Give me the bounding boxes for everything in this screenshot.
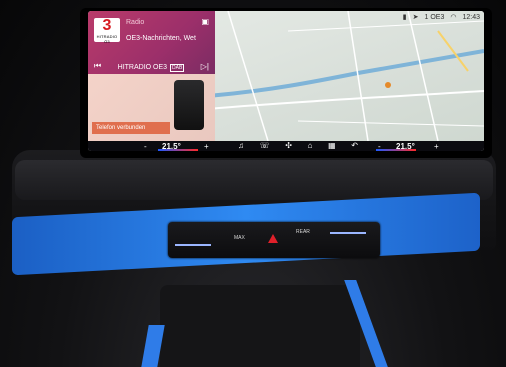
media-source-label: Radio — [126, 19, 145, 26]
infotainment-display: ▮ ➤ 1 OE3 ◠ 12:43 3 HITRADIO Ö3 Radio OE… — [88, 11, 484, 151]
phone-image — [174, 80, 204, 130]
media-controls: ⏮ HITRADIO OE3 DAB ▷| — [94, 61, 209, 72]
phone-status-label: Telefon verbunden — [92, 122, 170, 134]
hazard-button[interactable] — [268, 234, 278, 243]
station-logo-text: HITRADIO Ö3 — [96, 34, 118, 44]
fan-icon[interactable]: ✣ — [285, 141, 292, 150]
lower-console — [160, 285, 360, 367]
right-temp-increase-button[interactable]: + — [434, 142, 439, 151]
max-defrost-button[interactable]: MAX — [234, 235, 245, 241]
music-icon[interactable]: ♫ — [238, 141, 244, 150]
phone-card[interactable]: Telefon verbunden — [88, 74, 215, 141]
map-roads — [208, 11, 484, 141]
right-temperature-slider[interactable] — [330, 232, 366, 234]
status-bar: ▮ ➤ 1 OE3 ◠ 12:43 — [402, 13, 480, 22]
clock: 12:43 — [462, 13, 480, 21]
device-icon[interactable]: ▣ — [201, 17, 209, 26]
next-track-icon[interactable]: ▷| — [201, 62, 209, 71]
app-dock: ♫ ☏ ✣ ⌂ ▦ ↶ — [238, 139, 358, 151]
media-widget[interactable]: 3 HITRADIO Ö3 Radio OE3-Nachrichten, Wet… — [88, 11, 215, 141]
previous-track-icon[interactable]: ⏮ — [94, 61, 101, 71]
navigation-map[interactable]: ▮ ➤ 1 OE3 ◠ 12:43 — [208, 11, 484, 141]
max-defrost-label: MAX — [234, 235, 245, 241]
radio-card[interactable]: 3 HITRADIO Ö3 Radio OE3-Nachrichten, Wet… — [88, 11, 215, 74]
program-info: OE3-Nachrichten, Wet — [126, 35, 196, 42]
station-name: HITRADIO OE3 — [117, 63, 168, 71]
right-temp-gradient — [376, 149, 416, 151]
home-icon[interactable]: ⌂ — [308, 141, 313, 150]
navigation-arrow-icon: ➤ — [412, 14, 419, 21]
back-icon[interactable]: ↶ — [351, 141, 358, 150]
rear-defrost-label: REAR — [296, 229, 310, 235]
left-temp-gradient — [158, 149, 198, 151]
apps-icon[interactable]: ▦ — [328, 141, 336, 150]
wifi-icon: ◠ — [450, 14, 457, 21]
dab-badge: DAB — [170, 63, 185, 72]
rear-defrost-button[interactable]: REAR — [296, 229, 310, 235]
left-temp-decrease-button[interactable]: - — [144, 142, 147, 151]
signal-label: 1 OE3 — [424, 13, 445, 21]
station-logo: 3 HITRADIO Ö3 — [94, 17, 120, 44]
dashboard-trim — [15, 160, 493, 200]
station-logo-number: 3 — [102, 17, 112, 34]
battery-icon: ▮ — [402, 14, 407, 21]
left-temp-increase-button[interactable]: + — [204, 142, 209, 151]
phone-icon[interactable]: ☏ — [260, 141, 270, 150]
left-temperature-slider[interactable] — [175, 244, 211, 246]
